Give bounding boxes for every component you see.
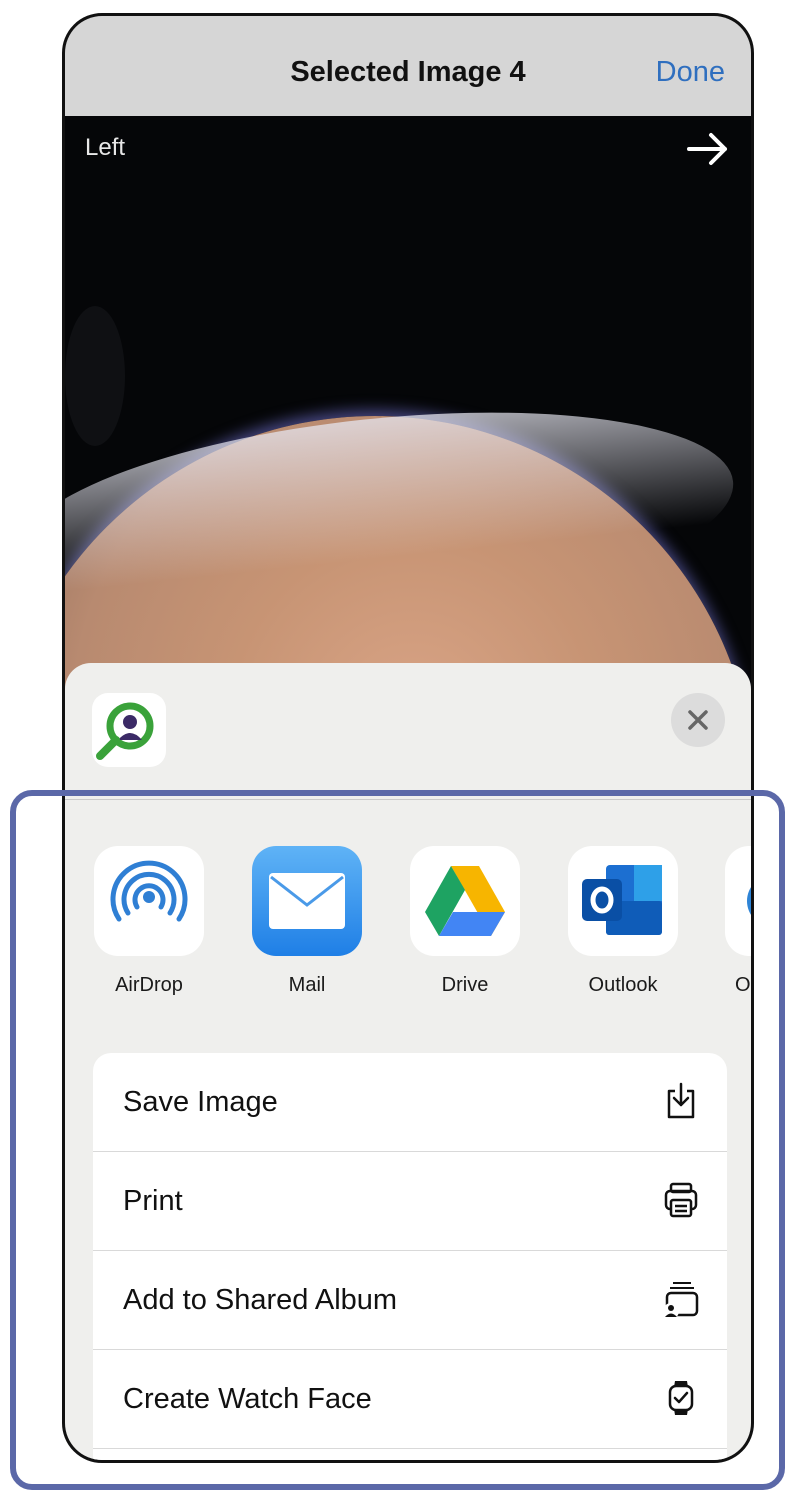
action-add-to-shared-album[interactable]: Add to Shared Album [93, 1251, 727, 1350]
share-app-drive[interactable]: Drive [409, 846, 521, 997]
watch-icon [668, 1381, 694, 1415]
app-label-mail: Mail [288, 974, 326, 996]
app-label-outlook: Outlook [588, 974, 658, 996]
fundus-image: Left [65, 116, 751, 716]
action-label: Save Image [123, 1086, 278, 1118]
mail-icon [269, 873, 345, 929]
action-label: Add to Shared Album [123, 1284, 398, 1316]
share-sheet-header [65, 663, 751, 800]
share-sheet: AirDrop Mail Drive Outlook O Save Image … [65, 663, 751, 1460]
navigation-bar: Selected Image 4 Done [65, 16, 751, 117]
share-apps-row: AirDrop Mail Drive Outlook O [93, 846, 751, 1006]
share-app-mail[interactable]: Mail [251, 846, 363, 997]
close-button[interactable] [671, 693, 725, 747]
share-app-outlook[interactable]: Outlook [567, 846, 679, 997]
close-icon [688, 710, 708, 730]
eye-side-label: Left [85, 134, 126, 161]
outlook-icon [582, 865, 662, 935]
shared-album-icon [663, 1282, 699, 1319]
google-drive-icon [425, 866, 505, 936]
printer-icon [664, 1182, 698, 1218]
action-label: Create Watch Face [123, 1383, 372, 1415]
app-label-drive: Drive [441, 974, 489, 996]
partial-app-icon [747, 887, 751, 915]
action-save-image[interactable]: Save Image [93, 1053, 727, 1152]
arrow-right-icon[interactable] [685, 126, 731, 172]
action-print[interactable]: Print [93, 1152, 727, 1251]
share-app-partial[interactable]: O [725, 846, 751, 997]
action-label: Print [123, 1185, 183, 1217]
image-shadow [65, 306, 125, 446]
app-label-airdrop: AirDrop [115, 974, 183, 996]
airdrop-icon [110, 860, 188, 922]
share-actions-list: Save Image Print Add to Shared Album Cre… [93, 1053, 727, 1460]
app-logo-icon [92, 693, 166, 767]
page-title: Selected Image 4 [290, 56, 526, 88]
done-button[interactable]: Done [656, 56, 725, 89]
save-download-icon [667, 1082, 695, 1119]
action-create-watch-face[interactable]: Create Watch Face [93, 1350, 727, 1449]
app-label-partial: O [735, 974, 751, 996]
phone-screen: Selected Image 4 Done Left AirDrop Mail … [62, 13, 754, 1463]
share-app-airdrop[interactable]: AirDrop [93, 846, 205, 997]
